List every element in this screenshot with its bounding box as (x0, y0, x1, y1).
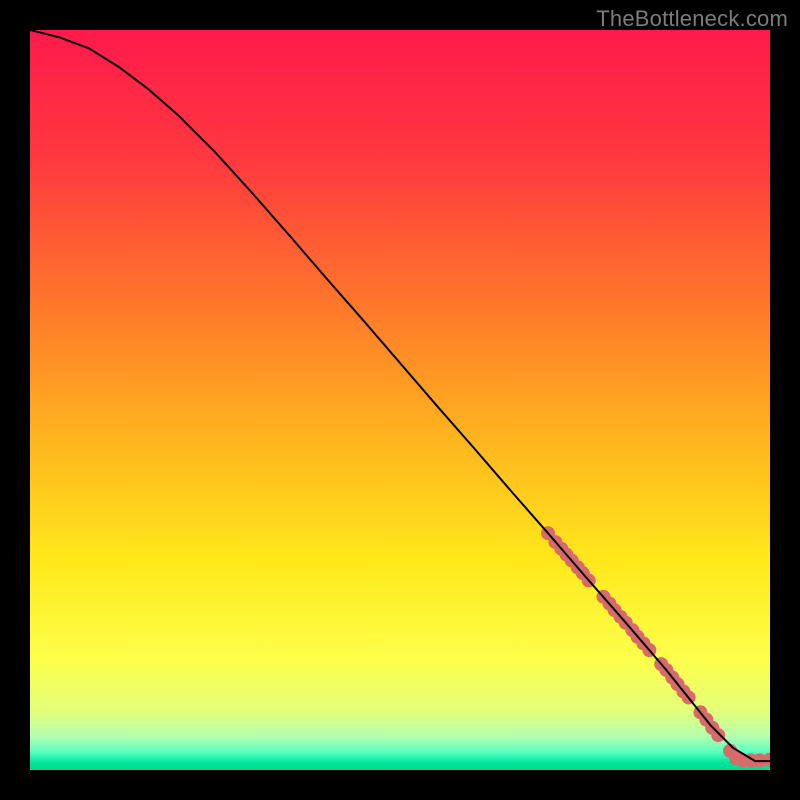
scatter-point (711, 728, 725, 742)
chart-stage: TheBottleneck.com (0, 0, 800, 800)
plot-area (30, 30, 770, 770)
chart-overlay (30, 30, 770, 770)
bottleneck-curve (30, 30, 770, 761)
scatter-markers (541, 526, 770, 767)
watermark-text: TheBottleneck.com (596, 6, 788, 32)
